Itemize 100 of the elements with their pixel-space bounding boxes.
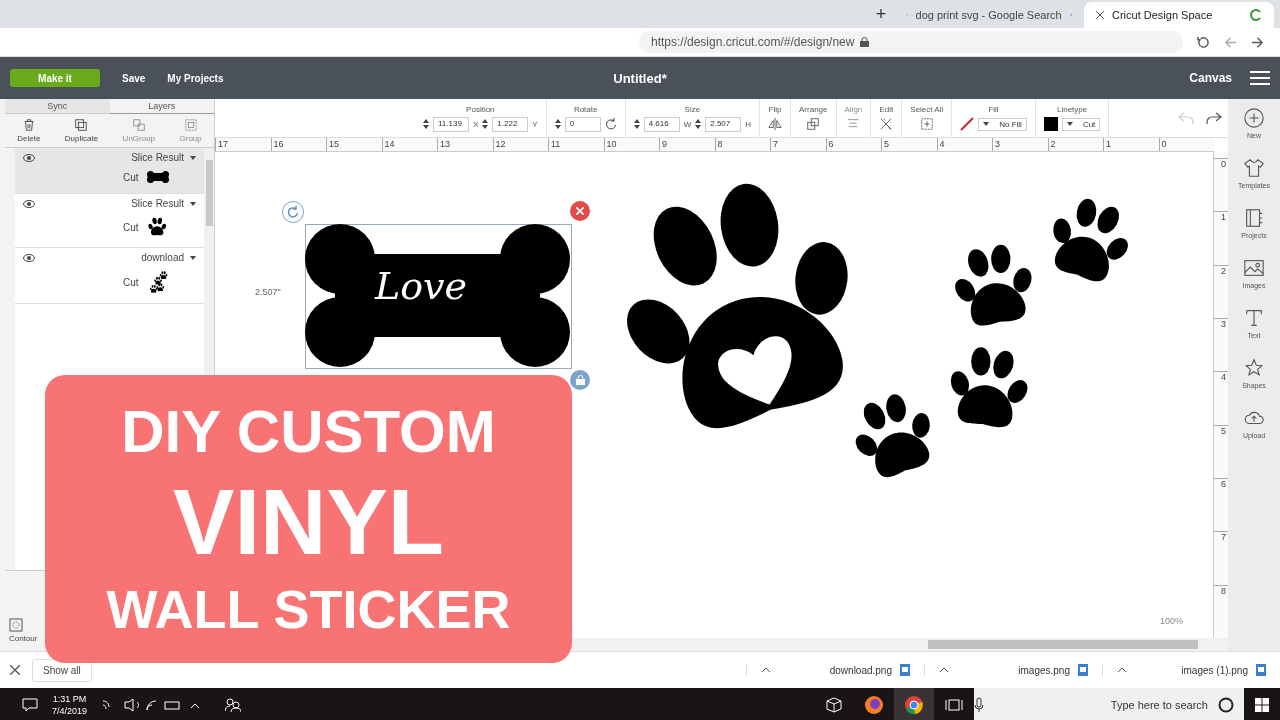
operation-label: Cut (123, 276, 139, 288)
color-swatch[interactable] (1043, 117, 1058, 131)
browser-tab[interactable]: Cricut Design Space (1084, 2, 1274, 28)
ruler-number: 9 (659, 138, 715, 151)
field-prefix: X (473, 119, 479, 129)
group-icon (183, 118, 198, 132)
layer-tool-button[interactable]: Delete (17, 118, 41, 143)
banner-text: VINYL (173, 476, 444, 568)
ruler-number: 12 (492, 138, 548, 151)
ruler-number: 15 (326, 138, 382, 151)
fill-dropdown[interactable]: No Fill (978, 117, 1027, 131)
image-file-icon (900, 664, 910, 676)
caret-icon[interactable] (983, 122, 990, 126)
paw-print-drawing[interactable] (950, 347, 1028, 428)
chevron-up-icon (1117, 667, 1127, 673)
eye-icon[interactable] (23, 199, 35, 208)
download-item[interactable]: download.png (746, 664, 924, 676)
ruler-number: 4 (936, 138, 992, 151)
chevron-up-icon (939, 667, 949, 673)
toolbar-label: Linetype (1056, 105, 1088, 114)
caret-icon[interactable] (1066, 122, 1073, 126)
search-field[interactable]: Type here to search (974, 688, 1244, 720)
contour-icon (9, 618, 23, 632)
zoom-control[interactable]: 100% (1159, 616, 1183, 626)
clock[interactable]: 1:31 PM 7/4/2019 (52, 693, 88, 717)
ruler-number: 5 (881, 138, 937, 151)
ruler-number: 1 (1103, 138, 1159, 151)
design-text: Love (375, 264, 468, 308)
pen-slash-icon[interactable] (960, 117, 975, 131)
contour-button[interactable]: Contour (9, 618, 38, 643)
people-icon[interactable] (225, 698, 242, 712)
ruler-number: 6 (825, 138, 881, 151)
layer-item[interactable]: Slice Result Cut (15, 148, 204, 194)
notification-icon[interactable] (22, 698, 38, 712)
paw-icon (146, 217, 167, 237)
ruler-number: 0 (1158, 138, 1214, 151)
reload-icon[interactable] (1197, 35, 1210, 49)
spinner-icon[interactable] (554, 119, 561, 129)
redo-icon[interactable] (1206, 111, 1222, 125)
spinner-icon[interactable] (423, 119, 429, 129)
chrome-icon[interactable] (894, 688, 934, 720)
panel-tab[interactable]: Sync (5, 99, 110, 114)
save-link[interactable]: Save (122, 72, 146, 84)
download-item[interactable]: images.png (924, 664, 1102, 676)
menu-icon[interactable] (1250, 71, 1270, 85)
ruler-number: 2 (1047, 138, 1103, 151)
scrollbar-thumb[interactable] (205, 160, 213, 226)
ruler-number: 11 (548, 138, 604, 151)
toolbar-label: Position (466, 104, 495, 114)
layer-name: Slice Result (131, 152, 184, 163)
eye-icon[interactable] (23, 253, 35, 262)
project-title: Untitled* (613, 70, 667, 86)
download-item[interactable]: images (1).png (1102, 664, 1280, 676)
number-field[interactable]: 1.222 (492, 116, 529, 132)
ruler-number: 13 (437, 138, 493, 151)
paw-print-drawing[interactable] (955, 244, 1032, 326)
paw-print-drawing[interactable] (855, 394, 930, 478)
ruler-number: 14 (381, 138, 437, 151)
ungroup-icon (131, 118, 146, 132)
ruler-number: 10 (603, 138, 659, 151)
windows-logo-icon (1255, 698, 1269, 712)
scrollbar-thumb[interactable] (928, 640, 1198, 649)
layer-tool-button[interactable]: Duplicate (64, 118, 99, 143)
browser-tab[interactable]: dog print svg - Google Search (894, 2, 1084, 28)
picture-icon (1243, 257, 1265, 279)
caret-icon[interactable] (190, 201, 196, 206)
text-icon (1243, 307, 1265, 329)
close-button[interactable] (10, 662, 20, 678)
eye-icon[interactable] (23, 153, 35, 162)
toolbar-label: Arrange (799, 105, 828, 114)
lock-handle[interactable] (570, 370, 590, 390)
toolbar-label: Flip (768, 105, 782, 114)
number-field[interactable]: 11.139 (433, 116, 469, 132)
linetype-dropdown[interactable]: Cut (1061, 117, 1101, 131)
rotate-icon[interactable] (604, 118, 617, 130)
notebook-icon (1243, 207, 1265, 229)
paw-print-drawing[interactable] (1053, 198, 1128, 282)
spinner-icon[interactable] (695, 119, 702, 129)
number-field[interactable]: 4.616 (643, 116, 680, 132)
rotate-handle[interactable] (282, 201, 304, 223)
new-tab-button[interactable]: + (868, 3, 894, 25)
caret-icon[interactable] (190, 155, 196, 160)
my-projects-link[interactable]: My Projects (167, 72, 224, 84)
arrow-right-icon[interactable] (1251, 35, 1264, 49)
circle-icon (1218, 697, 1234, 713)
banner-text: DIY CUSTOM (121, 402, 496, 462)
plus-icon (1243, 107, 1265, 129)
microphone-icon[interactable] (974, 697, 984, 713)
address-bar[interactable]: https://design.cricut.com/#/design/new (639, 31, 1183, 53)
spinner-icon[interactable] (482, 119, 489, 129)
toolbar-label: Align (844, 105, 863, 114)
number-field[interactable]: 2.507 (705, 116, 742, 132)
field-prefix: Y (532, 119, 538, 129)
spinner-icon[interactable] (633, 119, 640, 129)
number-field[interactable]: 0 (564, 116, 601, 132)
toolbar-label: Select All (910, 105, 944, 114)
caret-icon[interactable] (190, 255, 196, 260)
paw-print-drawing[interactable] (627, 183, 848, 429)
delete-handle[interactable] (570, 201, 590, 221)
toolbar-label: Rotate (573, 104, 598, 114)
